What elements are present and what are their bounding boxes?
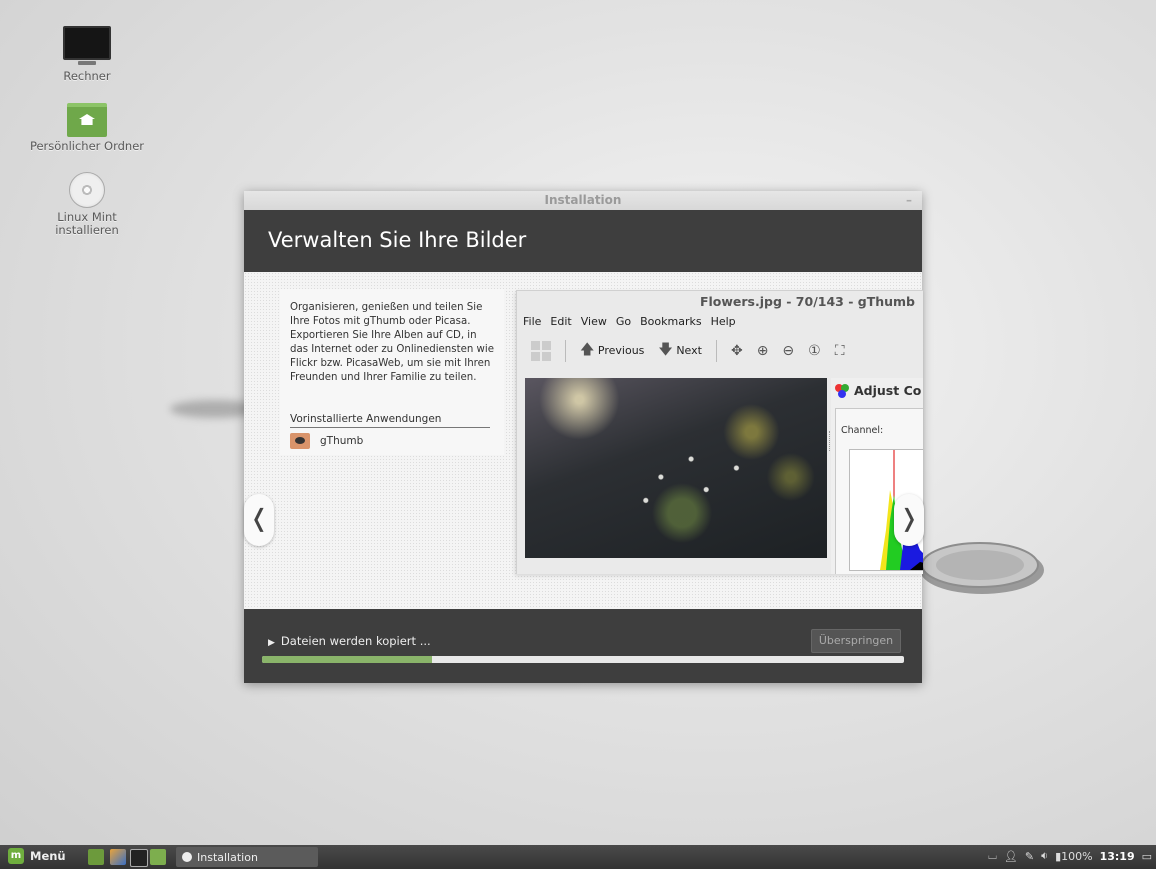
flower-photo	[525, 378, 827, 558]
zoom-100-icon: ①	[808, 343, 821, 359]
desktop-icon-label: Persönlicher Ordner	[29, 139, 145, 153]
next-slide-button[interactable]: ❭	[894, 494, 924, 546]
gthumb-menu-file: File	[523, 315, 542, 328]
zoom-out-icon: ⊖	[782, 343, 795, 359]
volume-icon[interactable]: 🔉︎	[1041, 849, 1048, 863]
mint-logo-icon: m	[8, 848, 24, 864]
toolbar-separator	[715, 340, 717, 362]
installer-footer: ▶ Dateien werden kopiert ... Überspringen	[244, 609, 922, 683]
mint-wallpaper-badge	[920, 542, 1044, 594]
slide-heading: Verwalten Sie Ihre Bilder	[244, 210, 922, 272]
desktop-icon-computer[interactable]: Rechner	[32, 26, 142, 83]
desktop-icon-label: Rechner	[63, 69, 111, 83]
menu-label: Menü	[30, 849, 66, 863]
app-name: gThumb	[320, 435, 364, 447]
task-label: Installation	[197, 850, 258, 864]
files-icon[interactable]	[150, 849, 166, 865]
expander-triangle-icon: ▶	[268, 638, 275, 648]
apps-heading: Vorinstallierte Anwendungen	[290, 413, 490, 428]
computer-icon	[63, 26, 111, 65]
keyboard-icon[interactable]: ⌴	[988, 849, 997, 863]
gthumb-toolbar: 🡅 Previous 🡇 Next ✥ ⊕ ⊖ ① ⛶	[517, 333, 923, 369]
arrow-up-icon: 🡅	[580, 342, 595, 358]
description-card: Organisieren, genießen und teilen Sie Ih…	[280, 289, 504, 455]
taskbar-item-installation[interactable]: Installation	[176, 847, 318, 867]
app-entry-gthumb: gThumb	[290, 433, 363, 449]
gthumb-previous: 🡅 Previous	[580, 342, 645, 358]
window-list-icon[interactable]: ▭	[1142, 850, 1152, 863]
home-folder-icon	[67, 103, 107, 137]
fit-icon: ✥	[730, 343, 743, 359]
progress-fill	[262, 656, 433, 663]
skip-button[interactable]: Überspringen	[811, 629, 901, 653]
gthumb-menu-view: View	[580, 315, 607, 328]
network-icon[interactable]: ✎	[1025, 850, 1034, 863]
install-status[interactable]: ▶ Dateien werden kopiert ...	[268, 634, 431, 648]
show-desktop-icon[interactable]	[88, 849, 104, 865]
color-circles-icon	[835, 383, 849, 398]
desktop-icon-install[interactable]: Linux Mint installieren	[32, 172, 142, 237]
toolbar-separator	[565, 340, 566, 362]
gthumb-menu-go: Go	[615, 315, 632, 328]
gthumb-screenshot: Flowers.jpg - 70/143 - gThumb File Edit …	[516, 290, 923, 574]
gthumb-next: 🡇 Next	[658, 342, 702, 358]
slide-content: Organisieren, genießen und teilen Sie Ih…	[244, 272, 924, 609]
firefox-icon[interactable]	[110, 849, 126, 865]
zoom-in-icon: ⊕	[756, 343, 769, 359]
taskbar: m Menü Installation ⌴ 👤︎ ✎ 🔉︎ ▮100% 13:1…	[0, 845, 1156, 869]
fullscreen-icon: ⛶	[834, 343, 845, 359]
arrow-down-icon: 🡇	[658, 342, 673, 358]
installer-icon	[182, 852, 192, 862]
gthumb-menubar: File Edit View Go Bookmarks Help	[517, 313, 923, 333]
desktop-icon-label: Linux Mint installieren	[55, 210, 119, 237]
window-titlebar[interactable]: Installation –	[244, 191, 922, 210]
gthumb-title: Flowers.jpg - 70/143 - gThumb	[699, 294, 915, 309]
clock[interactable]: 13:19	[1100, 850, 1135, 863]
previous-slide-button[interactable]: ❬	[244, 494, 274, 546]
gthumb-menu-help: Help	[710, 315, 736, 328]
window-title: Installation	[544, 193, 622, 207]
installer-window: Installation – Verwalten Sie Ihre Bilder…	[244, 191, 924, 683]
gthumb-icon	[290, 433, 310, 449]
slide-description: Organisieren, genießen und teilen Sie Ih…	[290, 302, 494, 383]
disc-icon	[69, 172, 105, 208]
panel-title: Adjust Co	[854, 383, 922, 398]
channel-label: Channel:	[841, 425, 884, 436]
battery-indicator[interactable]: ▮100%	[1055, 850, 1093, 863]
gthumb-menu-edit: Edit	[550, 315, 572, 328]
gthumb-menu-bookmarks: Bookmarks	[640, 315, 702, 328]
system-tray: ⌴ 👤︎ ✎ 🔉︎ ▮100% 13:19 ▭	[988, 849, 1152, 863]
desktop-icon-home[interactable]: Persönlicher Ordner	[20, 103, 154, 153]
install-progress-bar	[262, 656, 904, 663]
browser-grid-icon	[531, 341, 551, 361]
terminal-icon[interactable]	[130, 849, 148, 867]
minimize-button[interactable]: –	[906, 191, 912, 210]
menu-button[interactable]: m Menü	[8, 848, 66, 864]
user-icon[interactable]: 👤︎	[1004, 850, 1018, 863]
